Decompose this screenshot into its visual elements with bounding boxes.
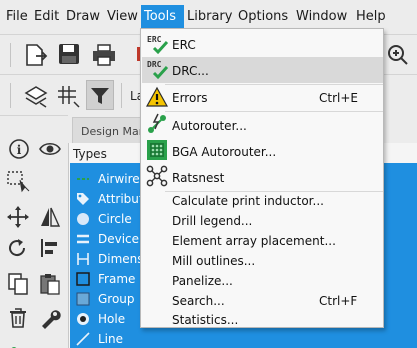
type-row-hole[interactable]: Hole — [70, 309, 142, 329]
menu-item-label: Ratsnest — [172, 171, 225, 185]
filter-button[interactable] — [86, 80, 114, 110]
type-row-airwire[interactable]: Airwire — [70, 169, 142, 189]
menu-edit[interactable]: Edit — [34, 9, 59, 25]
open-icon[interactable] — [24, 43, 50, 67]
type-row-circle[interactable]: Circle — [70, 209, 142, 229]
wrench-icon[interactable] — [38, 306, 62, 330]
align-icon[interactable] — [38, 236, 62, 260]
delete-icon[interactable] — [6, 306, 30, 330]
print-icon[interactable] — [92, 44, 116, 66]
toolbar-grip — [10, 43, 11, 67]
menu-item-label: BGA Autorouter... — [172, 145, 277, 159]
ripup-icon[interactable] — [38, 338, 62, 348]
menu-item-panelize[interactable]: Panelize... — [142, 272, 383, 292]
menu-file[interactable]: File — [6, 9, 28, 25]
zoom-in-icon[interactable] — [387, 44, 409, 66]
menu-item-shortcut: Ctrl+F — [319, 294, 358, 308]
menu-draw[interactable]: Draw — [66, 9, 100, 25]
rotate-icon[interactable] — [6, 236, 30, 260]
menu-item-label: ERC — [172, 38, 196, 52]
menu-item-ratsnest[interactable]: Ratsnest — [142, 164, 383, 190]
circle-icon — [77, 213, 89, 225]
type-row-attribute[interactable]: Attribute — [70, 189, 151, 209]
select-icon[interactable] — [6, 170, 30, 194]
menu-item-label: Search... — [172, 294, 225, 308]
type-label: Group — [98, 292, 135, 306]
hole-icon — [77, 313, 89, 325]
tools-dropdown-menu: ERC ERC DRC DRC... Errors Ctrl+E Autorou… — [140, 28, 384, 328]
warning-icon — [145, 86, 169, 108]
tool-palette: i — [0, 115, 68, 348]
menu-item-label: Mill outlines... — [172, 254, 256, 268]
menu-item-label: DRC... — [172, 64, 209, 78]
menu-item-autorouter[interactable]: Autorouter... — [142, 112, 383, 138]
menu-item-search[interactable]: Search... Ctrl+F — [142, 292, 383, 312]
menu-tools[interactable]: Tools — [141, 5, 184, 29]
type-label: Airwire — [98, 172, 140, 186]
menu-item-shortcut: Ctrl+E — [319, 91, 358, 105]
menu-item-label: Errors — [172, 91, 208, 105]
drc-check-icon: DRC — [146, 58, 169, 80]
types-column-header: Types — [73, 147, 107, 161]
menu-item-label: Element array placement... — [172, 234, 336, 248]
autorouter-icon — [146, 113, 168, 135]
ratsnest-icon — [146, 165, 168, 187]
menu-item-calculate-print-inductor[interactable]: Calculate print inductor... — [142, 192, 383, 212]
menu-window[interactable]: Window — [296, 9, 347, 25]
show-icon[interactable] — [38, 138, 62, 162]
menu-item-statistics[interactable]: Statistics... — [142, 312, 383, 327]
menu-item-label: Statistics... — [172, 313, 239, 327]
copy-icon[interactable] — [6, 272, 30, 296]
menu-item-errors[interactable]: Errors Ctrl+E — [142, 85, 383, 110]
info-icon[interactable]: i — [7, 138, 31, 162]
attribute-icon — [77, 193, 89, 205]
svg-text:i: i — [17, 143, 22, 157]
panel-scrollbar[interactable] — [408, 165, 414, 345]
menu-item-label: Autorouter... — [172, 119, 247, 133]
menu-help[interactable]: Help — [356, 9, 386, 25]
save-icon[interactable] — [58, 43, 80, 65]
type-row-frame[interactable]: Frame — [70, 269, 142, 289]
device-icon — [77, 234, 89, 244]
drc-badge: DRC — [147, 60, 162, 69]
move-icon[interactable] — [6, 205, 30, 229]
frame-icon — [76, 272, 90, 286]
menu-library[interactable]: Library — [187, 9, 232, 25]
airwire-icon — [77, 178, 89, 180]
menu-item-label: Calculate print inductor... — [172, 194, 324, 208]
type-row-device[interactable]: Device — [70, 229, 142, 249]
bga-autorouter-icon — [146, 139, 168, 161]
menu-item-drc[interactable]: DRC DRC... — [142, 57, 383, 83]
menu-item-drill-legend[interactable]: Drill legend... — [142, 212, 383, 232]
menu-item-mill-outlines[interactable]: Mill outlines... — [142, 252, 383, 272]
menu-item-bga-autorouter[interactable]: BGA Autorouter... — [142, 138, 383, 164]
erc-check-icon: ERC — [146, 33, 169, 55]
route-icon[interactable] — [6, 338, 30, 348]
type-label: Line — [98, 332, 124, 346]
menu-view[interactable]: View — [107, 9, 138, 25]
type-row-dimension[interactable]: Dimension — [70, 249, 162, 269]
type-label: Frame — [98, 272, 136, 286]
type-label: Circle — [98, 212, 132, 226]
mirror-icon[interactable] — [38, 205, 62, 229]
type-row-line[interactable]: Line — [70, 329, 142, 348]
menu-item-element-array-placement[interactable]: Element array placement... — [142, 232, 383, 252]
menu-item-erc[interactable]: ERC ERC — [142, 32, 383, 57]
toolbar-separator — [121, 83, 122, 108]
grid-icon[interactable] — [56, 84, 80, 108]
filter-icon — [91, 88, 109, 104]
dimension-icon — [77, 253, 89, 265]
menu-options[interactable]: Options — [238, 9, 288, 25]
menu-item-label: Drill legend... — [172, 214, 253, 228]
type-label: Hole — [98, 312, 126, 326]
line-icon — [76, 332, 90, 346]
layers-icon[interactable] — [22, 83, 50, 109]
menu-item-label: Panelize... — [172, 274, 233, 288]
toolbar-grip — [10, 83, 11, 108]
type-row-group[interactable]: Group — [70, 289, 142, 309]
erc-badge: ERC — [147, 35, 162, 44]
group-icon — [76, 292, 90, 306]
paste-icon[interactable] — [38, 272, 62, 296]
type-label: Device — [98, 232, 140, 246]
